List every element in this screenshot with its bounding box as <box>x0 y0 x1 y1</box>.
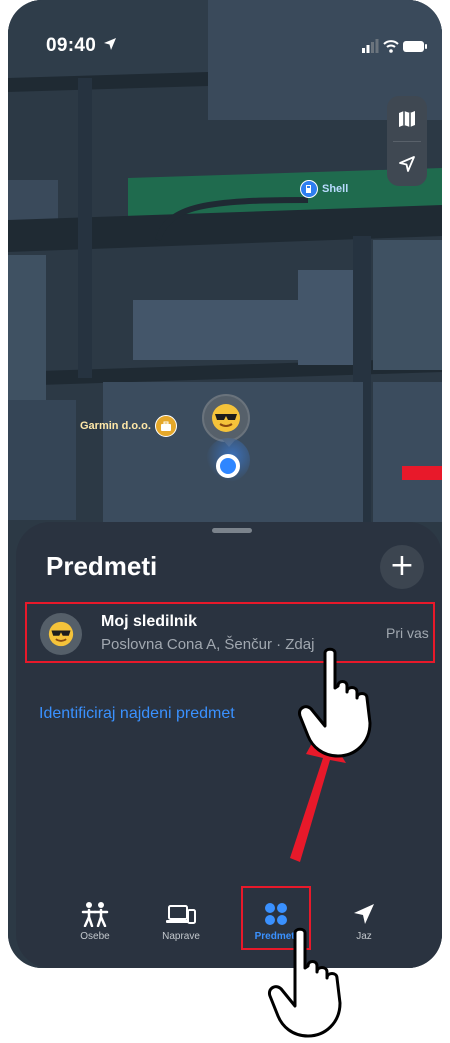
status-indicators <box>362 39 427 53</box>
sheet-grabber[interactable] <box>212 528 252 533</box>
poi-shell-label: Shell <box>322 183 349 195</box>
annotation-bar <box>402 466 442 480</box>
poi-garmin[interactable]: Garmin d.o.o. <box>80 415 177 437</box>
location-arrow-icon <box>354 904 374 924</box>
poi-shell[interactable]: Shell <box>300 180 348 198</box>
status-bar: 09:40 <box>0 0 434 60</box>
locate-button[interactable] <box>387 141 427 186</box>
map-mode-button[interactable] <box>387 96 427 141</box>
tab-highlight-box <box>241 886 311 950</box>
status-time: 09:40 <box>46 35 97 56</box>
add-item-button[interactable]: + <box>380 545 424 589</box>
list-item-tracker[interactable] <box>25 602 435 663</box>
user-location-dot[interactable] <box>216 454 240 478</box>
tab-me-label: Jaz <box>356 931 372 942</box>
people-icon <box>81 902 109 927</box>
tab-people-label: Osebe <box>80 931 110 942</box>
fuel-pump-icon <box>300 180 318 198</box>
devices-icon <box>166 905 196 924</box>
tab-devices-label: Naprave <box>162 931 200 942</box>
identify-found-item-link[interactable]: Identificiraj najdeni predmet <box>39 705 235 723</box>
tab-people[interactable]: Osebe <box>60 900 130 942</box>
tab-me[interactable]: Jaz <box>329 900 399 942</box>
cellular-signal-icon <box>362 39 379 53</box>
battery-icon <box>403 41 427 52</box>
location-arrow-icon <box>104 38 116 50</box>
wifi-icon <box>383 40 399 53</box>
sheet-title: Predmeti <box>46 551 158 581</box>
sunglasses-emoji-icon <box>212 404 240 432</box>
map-controls <box>387 96 427 186</box>
location-arrow-icon <box>399 155 415 172</box>
tab-devices[interactable]: Naprave <box>146 900 216 942</box>
briefcase-icon <box>154 415 177 437</box>
tracker-map-pin[interactable] <box>202 394 250 442</box>
poi-garmin-label: Garmin d.o.o. <box>80 420 151 432</box>
map-icon <box>399 110 415 127</box>
